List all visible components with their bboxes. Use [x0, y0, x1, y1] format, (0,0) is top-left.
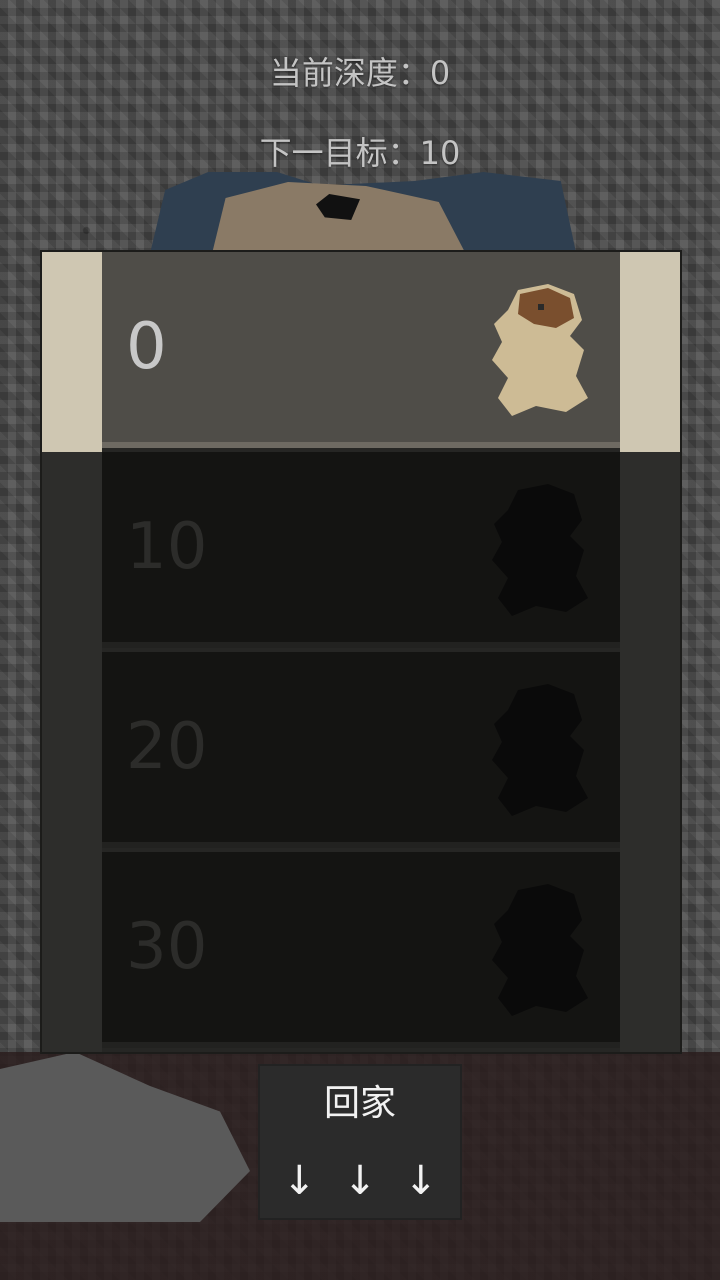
panel-side-left	[42, 252, 102, 1052]
down-arrow-icon: ↓	[343, 1158, 377, 1204]
descend-button[interactable]: ↓ ↓ ↓	[260, 1146, 460, 1216]
level-row-current[interactable]: 0	[102, 252, 620, 448]
next-target-label: 下一目标：10	[259, 134, 461, 172]
dragon-icon	[492, 884, 588, 1016]
down-arrow-icon: ↓	[403, 1158, 438, 1204]
level-depth-label: 10	[126, 510, 208, 584]
home-button[interactable]: 回家	[260, 1066, 460, 1142]
dragon-icon	[492, 484, 588, 616]
level-depth-label: 0	[126, 310, 167, 384]
level-row[interactable]: 30	[102, 852, 620, 1048]
navigation-box: 回家 ↓ ↓ ↓	[260, 1066, 460, 1218]
panel-side-right	[620, 252, 680, 1052]
dragon-icon	[492, 284, 588, 416]
level-row[interactable]: 20	[102, 652, 620, 848]
level-depth-label: 30	[126, 910, 208, 984]
depth-level-panel: 0 10 20 30	[42, 252, 680, 1052]
current-depth-label: 当前深度：0	[269, 54, 451, 92]
down-arrow-icon: ↓	[282, 1158, 317, 1204]
level-row[interactable]: 10	[102, 452, 620, 648]
dragon-icon	[492, 684, 588, 816]
level-depth-label: 20	[126, 710, 208, 784]
